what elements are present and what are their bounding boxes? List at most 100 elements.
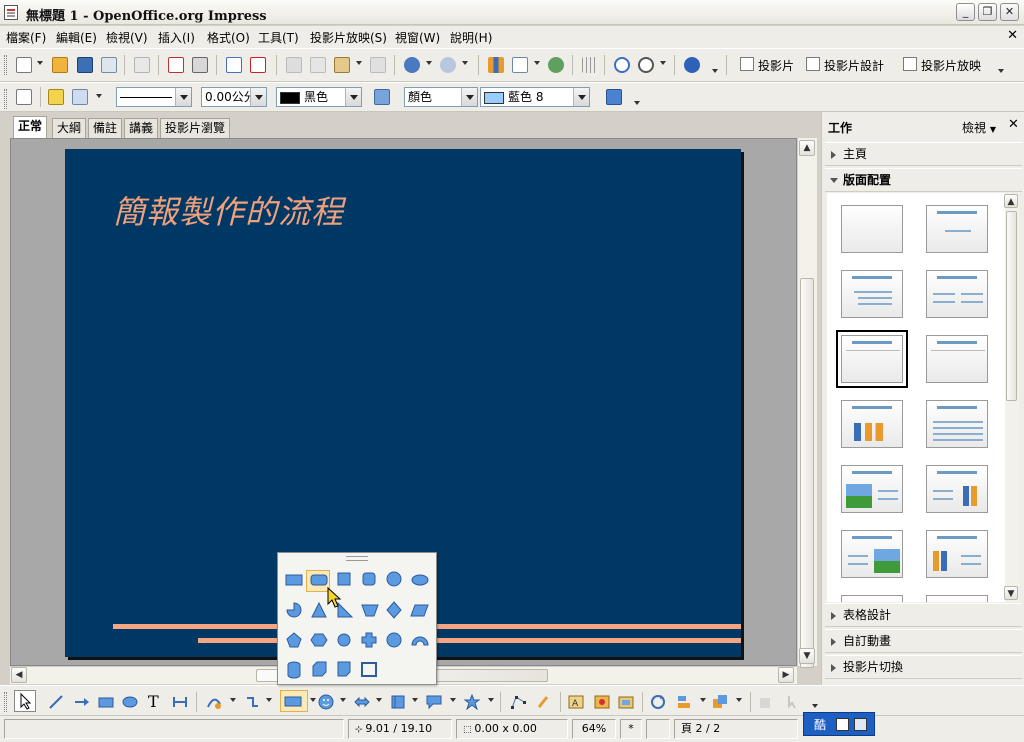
arrow-style-icon[interactable] xyxy=(72,89,88,105)
rectangle-tool-icon[interactable] xyxy=(98,694,114,710)
close-button[interactable]: ✕ xyxy=(1000,3,1019,21)
interaction-icon[interactable] xyxy=(784,694,800,710)
line-style-select[interactable] xyxy=(116,87,192,107)
chevron-down-icon[interactable] xyxy=(345,88,361,106)
symbol-shapes-icon[interactable] xyxy=(318,694,334,710)
new-document-icon[interactable] xyxy=(16,57,32,73)
chevron-down-icon[interactable] xyxy=(461,88,477,106)
scroll-down-icon[interactable]: ▼ xyxy=(1004,586,1018,600)
cut-icon[interactable] xyxy=(286,57,302,73)
grid-icon[interactable] xyxy=(582,57,598,73)
new-dropdown-icon[interactable] xyxy=(37,61,43,65)
spellcheck-icon[interactable] xyxy=(226,57,242,73)
line-width-stepper[interactable]: 0.00公分 xyxy=(201,87,267,107)
menu-tools[interactable]: 工具(T) xyxy=(258,29,299,46)
layouts-scrollbar[interactable]: ▲ ▼ xyxy=(1004,193,1019,602)
menu-edit[interactable]: 編輯(E) xyxy=(56,29,97,46)
layout-title-chart-text[interactable] xyxy=(926,530,988,578)
save-icon[interactable] xyxy=(77,57,93,73)
navigator-compass-icon[interactable] xyxy=(614,57,630,73)
toolbar-overflow-icon[interactable] xyxy=(634,101,640,105)
scroll-up-icon[interactable]: ▲ xyxy=(1004,194,1018,208)
line-style-icon[interactable] xyxy=(48,89,64,105)
points-icon[interactable] xyxy=(510,694,526,710)
slide-button[interactable]: 投影片 xyxy=(740,57,794,74)
arrow-style-dropdown-icon[interactable] xyxy=(96,94,102,98)
paste-icon[interactable] xyxy=(334,57,350,73)
copy-icon[interactable] xyxy=(310,57,326,73)
stars-dropdown-icon[interactable] xyxy=(488,698,494,702)
section-layouts[interactable]: 版面配置 xyxy=(825,168,1022,192)
section-master-pages[interactable]: 主頁 xyxy=(825,142,1022,166)
rotate-icon[interactable] xyxy=(650,694,666,710)
arrange-dropdown-icon[interactable] xyxy=(736,698,742,702)
line-color-select[interactable]: 黑色 xyxy=(276,87,362,107)
stars-icon[interactable] xyxy=(463,693,481,711)
insert-image-icon[interactable] xyxy=(594,694,610,710)
layout-more[interactable] xyxy=(841,595,903,602)
menu-insert[interactable]: 插入(I) xyxy=(158,29,195,46)
open-icon[interactable] xyxy=(52,57,68,73)
gallery-icon[interactable] xyxy=(618,694,634,710)
ime-fullwidth-icon[interactable] xyxy=(836,718,849,731)
task-pane-close-button[interactable]: ✕ xyxy=(1008,117,1019,132)
ime-soft-keyboard-icon[interactable] xyxy=(854,718,867,731)
export-pdf-icon[interactable] xyxy=(168,57,184,73)
toolbar-overflow-icon[interactable] xyxy=(812,704,818,708)
edit-file-icon[interactable] xyxy=(134,57,150,73)
menu-view[interactable]: 檢視(V) xyxy=(106,29,148,46)
toolbar-grip[interactable] xyxy=(4,89,7,109)
layout-title-image-text[interactable] xyxy=(841,465,903,513)
menu-file[interactable]: 檔案(F) xyxy=(6,29,46,46)
help-icon[interactable] xyxy=(684,57,700,73)
toolbar-grip[interactable] xyxy=(4,55,7,75)
scroll-down-icon[interactable]: ▼ xyxy=(799,648,815,664)
tab-normal[interactable]: 正常 xyxy=(13,116,48,138)
layout-title-text-chart[interactable] xyxy=(926,465,988,513)
vertical-scrollbar[interactable]: ▲ ▼ xyxy=(797,138,817,668)
maximize-button[interactable]: ❐ xyxy=(978,3,997,21)
flowchart-icon[interactable] xyxy=(390,694,406,710)
select-arrow-icon[interactable] xyxy=(14,690,36,712)
slideshow-button[interactable]: 投影片放映 xyxy=(903,57,981,74)
ellipse-tool-icon[interactable] xyxy=(122,694,138,710)
block-arrows-icon[interactable] xyxy=(354,694,370,710)
flowchart-dropdown-icon[interactable] xyxy=(412,698,418,702)
ime-mode-label[interactable]: 酷 xyxy=(814,716,826,733)
slide-title[interactable]: 簡報製作的流程 xyxy=(113,187,344,233)
chart-icon[interactable] xyxy=(488,57,504,73)
zoom-icon[interactable] xyxy=(638,57,654,73)
tab-slide-sorter[interactable]: 投影片瀏覽 xyxy=(160,118,231,138)
text-tool-icon[interactable]: T xyxy=(148,694,164,710)
status-signature[interactable] xyxy=(646,719,670,739)
close-document-button[interactable]: ✕ xyxy=(1007,28,1018,43)
layout-title-only-centered[interactable] xyxy=(926,205,988,253)
spin-icon[interactable] xyxy=(250,88,266,106)
symbol-shapes-dropdown-icon[interactable] xyxy=(340,698,346,702)
section-table-design[interactable]: 表格設計 xyxy=(825,603,1022,627)
layout-blank[interactable] xyxy=(841,205,903,253)
arrow-tool-icon[interactable] xyxy=(74,694,90,710)
arrange-icon[interactable] xyxy=(712,694,728,710)
autospellcheck-icon[interactable] xyxy=(250,57,266,73)
extrusion-icon[interactable] xyxy=(758,694,774,710)
layout-title-chart[interactable] xyxy=(841,400,903,448)
layout-title-content[interactable] xyxy=(841,270,903,318)
section-custom-animation[interactable]: 自訂動畫 xyxy=(825,629,1022,653)
section-slide-transition[interactable]: 投影片切換 xyxy=(825,655,1022,679)
area-color-select[interactable]: 藍色 8 xyxy=(480,87,590,107)
callouts-dropdown-icon[interactable] xyxy=(450,698,456,702)
tab-notes[interactable]: 備註 xyxy=(88,118,123,138)
alignment-dropdown-icon[interactable] xyxy=(700,698,706,702)
callouts-icon[interactable] xyxy=(426,694,442,710)
layout-title-two-content[interactable] xyxy=(926,270,988,318)
menu-help[interactable]: 說明(H) xyxy=(450,29,492,46)
redo-icon[interactable] xyxy=(440,57,456,73)
curve-tool-icon[interactable] xyxy=(206,694,222,710)
table-icon[interactable] xyxy=(512,57,528,73)
tab-outline[interactable]: 大綱 xyxy=(52,118,87,138)
minimize-button[interactable]: _ xyxy=(956,3,975,21)
undo-dropdown-icon[interactable] xyxy=(426,61,432,65)
scroll-right-icon[interactable]: ▶ xyxy=(778,667,794,683)
chevron-down-icon[interactable] xyxy=(573,88,589,106)
